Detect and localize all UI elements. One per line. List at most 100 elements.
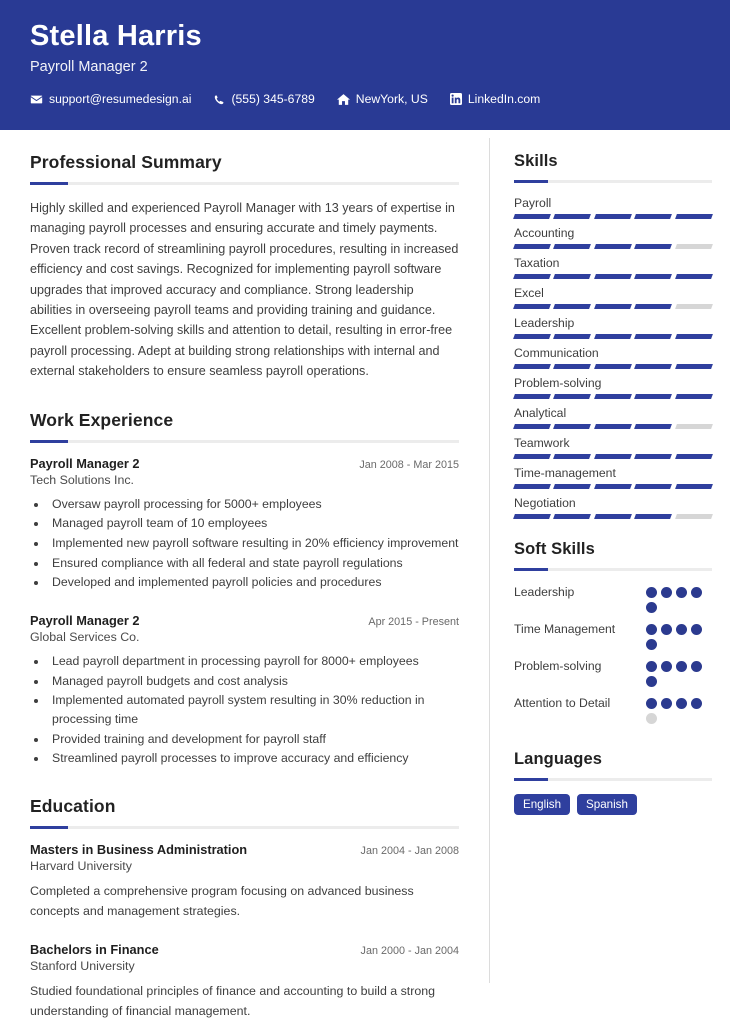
soft-skill-label: Time Management [514, 622, 616, 636]
section-rule [30, 439, 459, 443]
soft-skill-dots [646, 621, 712, 650]
education-degree: Masters in Business Administration [30, 842, 248, 858]
skill-segment [634, 304, 673, 309]
resume-header: Stella Harris Payroll Manager 2 support@… [0, 0, 730, 130]
skill-segment [553, 454, 592, 459]
soft-skill-dot [646, 602, 657, 613]
skill-level-bar [513, 364, 713, 369]
skill-segment [593, 334, 633, 339]
work-entry: Payroll Manager 2 Apr 2015 - Present Glo… [30, 613, 459, 768]
soft-skill-row: Time Management [514, 621, 712, 650]
language-pill: Spanish [577, 794, 637, 815]
skill-segment [593, 454, 633, 459]
skill-segment [553, 364, 592, 369]
soft-skill-dot [661, 587, 672, 598]
soft-skill-label: Problem-solving [514, 659, 602, 673]
section-soft-skills: Soft Skills Leadership Time Management Pro… [514, 540, 712, 724]
work-entry-date: Apr 2015 - Present [368, 615, 459, 628]
contact-row: support@resumedesign.ai (555) 345-6789 N… [30, 92, 700, 106]
contact-location-text: NewYork, US [355, 92, 428, 107]
skill-level-bar [513, 454, 713, 459]
skill-segment [674, 334, 713, 339]
skill-label: Payroll [514, 196, 552, 210]
skill-row: Analytical [513, 406, 713, 429]
skill-segment [553, 334, 592, 339]
soft-skill-dot [676, 661, 687, 672]
home-icon [336, 93, 350, 106]
candidate-name: Stella Harris [30, 20, 202, 52]
skill-segment [513, 244, 552, 249]
skill-segment [674, 364, 713, 369]
section-title-summary: Professional Summary [30, 152, 222, 172]
soft-skill-dot [646, 676, 657, 687]
education-school: Stanford University [30, 958, 135, 973]
education-description: Completed a comprehensive program focusi… [30, 884, 414, 918]
section-title-skills: Skills [514, 152, 558, 170]
list-item: Managed payroll team of 10 employees [48, 514, 459, 533]
skill-segment [593, 424, 633, 429]
resume-body: Professional Summary Highly skilled and … [0, 130, 730, 1027]
work-entry-bullets: Lead payroll department in processing pa… [48, 652, 459, 768]
skill-segment [634, 274, 673, 279]
skill-label: Excel [514, 286, 544, 300]
linkedin-icon [449, 93, 462, 106]
list-item: Streamlined payroll processes to improve… [48, 749, 459, 768]
education-entry: Bachelors in Finance Jan 2000 - Jan 2004… [30, 942, 459, 1022]
skill-segment [593, 394, 633, 399]
skill-segment [513, 424, 552, 429]
list-item: Implemented automated payroll system res… [48, 691, 459, 728]
section-rule [514, 778, 712, 781]
skill-segment [553, 514, 592, 519]
soft-skill-row: Leadership [514, 584, 712, 613]
skill-level-bar [513, 274, 713, 279]
skill-segment [593, 244, 633, 249]
skill-segment [674, 484, 713, 489]
skill-segment [674, 274, 713, 279]
skill-label: Leadership [514, 316, 575, 330]
soft-skill-label: Attention to Detail [514, 696, 611, 710]
skill-level-bar [513, 334, 713, 339]
soft-skill-dot [646, 624, 657, 635]
soft-skill-dot [676, 624, 687, 635]
contact-email[interactable]: support@resumedesign.ai [30, 92, 191, 106]
list-item: Oversaw payroll processing for 5000+ emp… [48, 495, 459, 514]
contact-linkedin[interactable]: LinkedIn.com [449, 92, 541, 107]
soft-skill-dot [676, 587, 687, 598]
skill-label: Time-management [514, 466, 616, 480]
skill-segment [553, 394, 592, 399]
education-entry: Masters in Business Administration Jan 2… [30, 842, 459, 922]
skill-segment [674, 454, 713, 459]
work-entry-head: Payroll Manager 2 Jan 2008 - Mar 2015 [30, 456, 459, 471]
section-work-experience: Work Experience Payroll Manager 2 Jan 20… [30, 410, 459, 769]
candidate-job-title: Payroll Manager 2 [30, 59, 148, 76]
soft-skill-dot [646, 698, 657, 709]
education-degree: Bachelors in Finance [30, 941, 159, 957]
summary-text: Highly skilled and experienced Payroll M… [30, 201, 459, 379]
section-title-education: Education [30, 796, 116, 817]
skills-list: Payroll Accounting Taxation Excel Leadership… [513, 196, 713, 519]
education-date: Jan 2000 - Jan 2004 [360, 944, 459, 957]
work-entry-head: Payroll Manager 2 Apr 2015 - Present [30, 613, 459, 628]
skill-segment [513, 214, 552, 219]
skill-segment [674, 244, 713, 249]
skill-segment [553, 214, 592, 219]
education-entry-head: Bachelors in Finance Jan 2000 - Jan 2004 [30, 942, 459, 957]
work-entry-title: Payroll Manager 2 [30, 455, 140, 471]
languages-list: English Spanish [514, 794, 712, 815]
soft-skill-dot [646, 713, 657, 724]
contact-phone[interactable]: (555) 345-6789 [213, 92, 315, 106]
soft-skill-dot [691, 698, 702, 709]
contact-location[interactable]: NewYork, US [336, 92, 428, 107]
skill-segment [513, 364, 552, 369]
soft-skill-row: Attention to Detail [514, 695, 712, 724]
skill-level-bar [513, 214, 713, 219]
skill-row: Excel [513, 286, 713, 309]
education-date: Jan 2004 - Jan 2008 [360, 845, 459, 858]
contact-linkedin-text: LinkedIn.com [467, 92, 541, 107]
section-skills: Skills Payroll Accounting Taxation Excel Lea… [513, 152, 713, 519]
skill-segment [674, 424, 713, 429]
skill-segment [674, 394, 713, 399]
list-item: Lead payroll department in processing pa… [48, 652, 459, 671]
skill-segment [593, 304, 633, 309]
soft-skill-dots [646, 695, 712, 724]
